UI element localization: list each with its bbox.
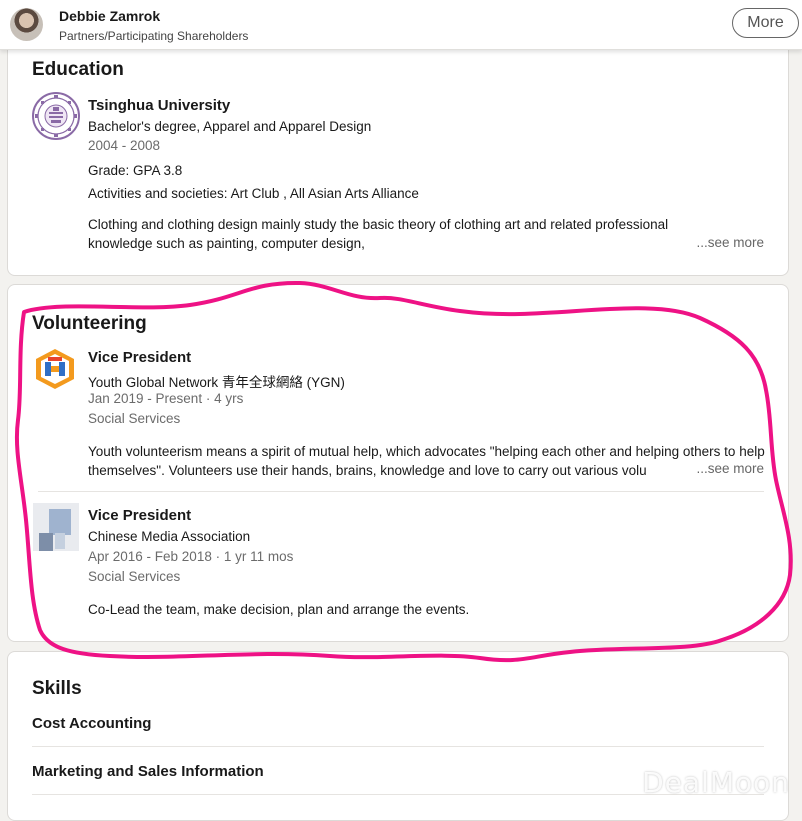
chinese-media-association-logo[interactable]	[33, 503, 79, 551]
profile-name[interactable]: Debbie Zamrok	[59, 8, 160, 24]
see-more-link[interactable]: ...see more	[690, 461, 764, 476]
sticky-profile-header: Debbie Zamrok Partners/Participating Sha…	[0, 0, 802, 50]
education-description: Clothing and clothing design mainly stud…	[88, 217, 669, 251]
volunteer-dates: Apr 2016 - Feb 2018 · 1 yr 11 mos	[88, 549, 294, 564]
volunteer-role[interactable]: Vice President	[88, 349, 191, 366]
degree: Bachelor's degree, Apparel and Apparel D…	[88, 119, 372, 134]
skill-item[interactable]: Marketing and Sales Information	[32, 763, 264, 780]
volunteer-role[interactable]: Vice President	[88, 507, 191, 524]
volunteering-section: Volunteering Vice President Youth Global…	[7, 284, 789, 642]
education-section: Education Tsinghua University Bachelor's…	[7, 40, 789, 276]
volunteer-description: Co-Lead the team, make decision, plan an…	[88, 602, 470, 617]
volunteer-dates: Jan 2019 - Present · 4 yrs	[88, 391, 244, 406]
activities: Activities and societies: Art Club , All…	[88, 186, 419, 201]
education-years: 2004 - 2008	[88, 138, 161, 153]
skill-item[interactable]: Cost Accounting	[32, 715, 151, 732]
ygn-logo[interactable]	[34, 348, 76, 390]
volunteer-description: Youth volunteerism means a spirit of mut…	[88, 444, 765, 478]
avatar[interactable]	[10, 8, 43, 41]
see-more-link[interactable]: ...see more	[690, 235, 764, 250]
volunteer-organization: Chinese Media Association	[88, 529, 251, 544]
school-name[interactable]: Tsinghua University	[88, 97, 230, 114]
section-title: Skills	[32, 678, 82, 699]
grade: Grade: GPA 3.8	[88, 163, 183, 178]
profile-headline: Partners/Participating Shareholders	[59, 29, 249, 43]
entry-divider	[38, 491, 764, 492]
volunteer-organization: Youth Global Network 青年全球網絡 (YGN)	[88, 375, 345, 390]
volunteer-cause: Social Services	[88, 569, 181, 584]
skill-divider	[32, 746, 764, 747]
volunteer-cause: Social Services	[88, 411, 181, 426]
section-title: Volunteering	[32, 313, 147, 334]
watermark: DealMoon	[642, 766, 790, 799]
section-title: Education	[32, 59, 124, 80]
more-button[interactable]: More	[732, 8, 799, 38]
tsinghua-seal-logo[interactable]	[32, 92, 80, 140]
